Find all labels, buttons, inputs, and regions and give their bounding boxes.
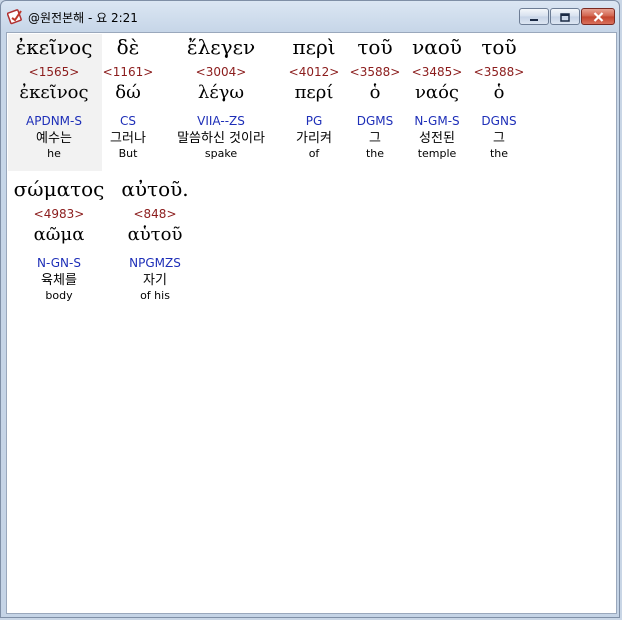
lemma: ἐκεῖνος <box>19 82 89 103</box>
word-column[interactable]: σώματος <4983> αῶμα N-GN-S 육체를 body <box>9 177 109 303</box>
korean-gloss: 그 <box>369 131 381 146</box>
strongs-number[interactable]: <3485> <box>406 65 468 79</box>
greek-word: τοῦ <box>481 35 517 59</box>
korean-gloss: 그 <box>493 131 505 146</box>
korean-gloss: 말씀하신 것이라 <box>177 131 265 146</box>
parsing-code: PG <box>305 114 323 128</box>
app-logo-icon <box>6 7 25 25</box>
word-column[interactable]: ἔλεγεν <3004> λέγω VIIA--ZS 말씀하신 것이라 spa… <box>161 35 281 161</box>
parsing-code: NPGMZS <box>129 256 181 270</box>
parsing-code: DGMS <box>356 114 394 128</box>
word-column[interactable]: τοῦ <3588> ὁ DGMS 그 the <box>347 35 403 161</box>
english-gloss: temple <box>417 147 457 160</box>
greek-word: τοῦ <box>357 35 393 59</box>
parsing-code: N-GN-S <box>37 256 81 270</box>
greek-word: αὐτοῦ. <box>121 177 189 201</box>
english-gloss: body <box>45 289 73 302</box>
minimize-button[interactable] <box>519 8 549 25</box>
korean-gloss: 육체를 <box>41 273 77 288</box>
maximize-icon <box>560 7 570 26</box>
english-gloss: spake <box>204 147 238 160</box>
strongs-number[interactable]: <848> <box>113 207 197 221</box>
strongs-number[interactable]: <3588> <box>347 65 403 79</box>
korean-gloss: 예수는 <box>36 131 72 146</box>
maximize-button[interactable] <box>550 8 580 25</box>
lemma: λέγω <box>197 82 245 103</box>
strongs-number[interactable]: <3004> <box>161 65 281 79</box>
korean-gloss: 가리켜 <box>296 131 332 146</box>
window-title: @원전본해 - 요 2:21 <box>28 11 138 25</box>
close-icon <box>593 7 604 26</box>
lemma: αὑτοῦ <box>127 224 183 245</box>
word-column[interactable]: αὐτοῦ. <848> αὑτοῦ NPGMZS 자기 of his <box>113 177 197 303</box>
lemma: ὁ <box>369 82 381 103</box>
english-gloss: the <box>365 147 385 160</box>
strongs-number[interactable]: <4012> <box>284 65 344 79</box>
interlinear-panel[interactable]: ἐκεῖνος <1565> ἐκεῖνος APDNM-S 예수는 he δὲ… <box>6 32 617 614</box>
greek-word: ἔλεγεν <box>186 35 256 59</box>
english-gloss: of his <box>140 289 170 302</box>
lemma: αῶμα <box>33 224 85 245</box>
word-column[interactable]: τοῦ <3588> ὁ DGNS 그 the <box>471 35 527 161</box>
greek-word: δὲ <box>116 35 140 59</box>
english-gloss: But <box>118 147 138 160</box>
strongs-number[interactable]: <3588> <box>471 65 527 79</box>
lemma: ναός <box>414 82 459 103</box>
korean-gloss: 성전된 <box>419 131 455 146</box>
strongs-number[interactable]: <4983> <box>9 207 109 221</box>
parsing-code: CS <box>120 114 136 128</box>
english-gloss: he <box>47 147 61 160</box>
app-window: @원전본해 - 요 2:21 ἐκεῖνος <1565> ἐκεῖνος AP… <box>0 0 620 618</box>
english-gloss: the <box>489 147 509 160</box>
word-column[interactable]: ναοῦ <3485> ναός N-GM-S 성전된 temple <box>406 35 468 161</box>
parsing-code: DGNS <box>481 114 517 128</box>
minimize-icon <box>529 7 539 26</box>
greek-word: σώματος <box>13 177 105 201</box>
lemma: δώ <box>115 82 141 103</box>
strongs-number[interactable]: <1161> <box>98 65 158 79</box>
greek-word: περὶ <box>292 35 336 59</box>
lemma: περί <box>294 82 334 103</box>
greek-word: ἐκεῖνος <box>15 35 93 59</box>
parsing-code: APDNM-S <box>26 114 82 128</box>
english-gloss: of <box>308 147 320 160</box>
strongs-number[interactable]: <1565> <box>6 65 102 79</box>
title-bar[interactable]: @원전본해 - 요 2:21 <box>1 1 619 31</box>
word-column[interactable]: περὶ <4012> περί PG 가리켜 of <box>284 35 344 161</box>
parsing-code: N-GM-S <box>414 114 460 128</box>
greek-word: ναοῦ <box>412 35 462 59</box>
korean-gloss: 그러나 <box>110 131 146 146</box>
word-column[interactable]: ἐκεῖνος <1565> ἐκεῖνος APDNM-S 예수는 he <box>6 35 102 161</box>
word-column[interactable]: δὲ <1161> δώ CS 그러나 But <box>98 35 158 161</box>
lemma: ὁ <box>493 82 505 103</box>
korean-gloss: 자기 <box>143 273 167 288</box>
close-button[interactable] <box>581 8 615 25</box>
parsing-code: VIIA--ZS <box>197 114 245 128</box>
